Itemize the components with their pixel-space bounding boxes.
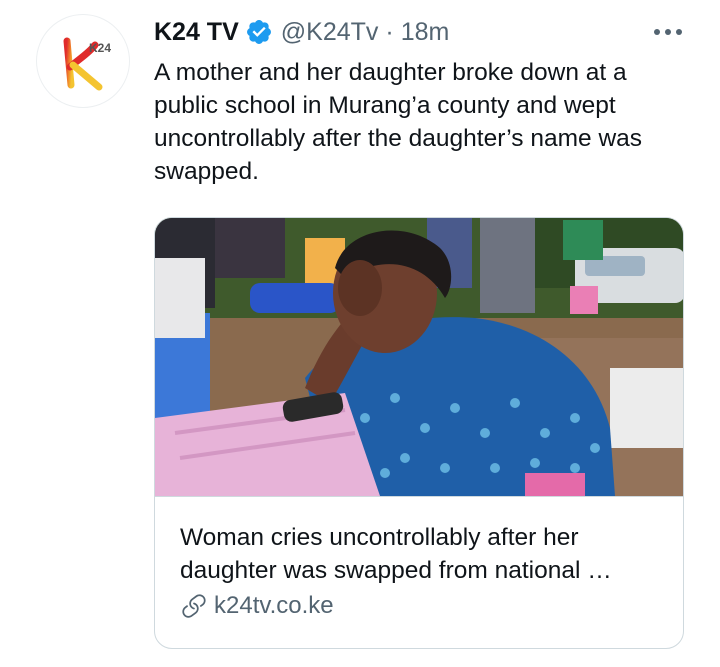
display-name[interactable]: K24 TV (154, 18, 239, 47)
k24-logo: K24 (63, 37, 111, 91)
card-title[interactable]: Woman cries uncontrollably after her dau… (180, 521, 660, 587)
card-image[interactable] (155, 218, 683, 497)
timestamp[interactable]: 18m (401, 18, 450, 47)
card-domain[interactable]: k24tv.co.ke (180, 591, 334, 621)
user-handle[interactable]: @K24Tv (281, 18, 379, 47)
avatar-text: K24 (89, 41, 111, 55)
separator-dot: · (385, 17, 394, 46)
avatar[interactable]: K24 (36, 14, 130, 108)
link-card[interactable]: Woman cries uncontrollably after her dau… (154, 217, 684, 649)
card-domain-text: k24tv.co.ke (214, 592, 334, 619)
tweet-text: A mother and her daughter broke down at … (154, 59, 643, 185)
more-options-icon[interactable] (651, 22, 685, 42)
verified-badge-icon (245, 18, 273, 46)
link-icon (180, 592, 208, 620)
tweet-header: K24 TV @K24Tv · 18m (154, 14, 449, 50)
tweet[interactable]: K24 K24 TV @K24Tv · 18m A mother and her… (0, 0, 720, 667)
